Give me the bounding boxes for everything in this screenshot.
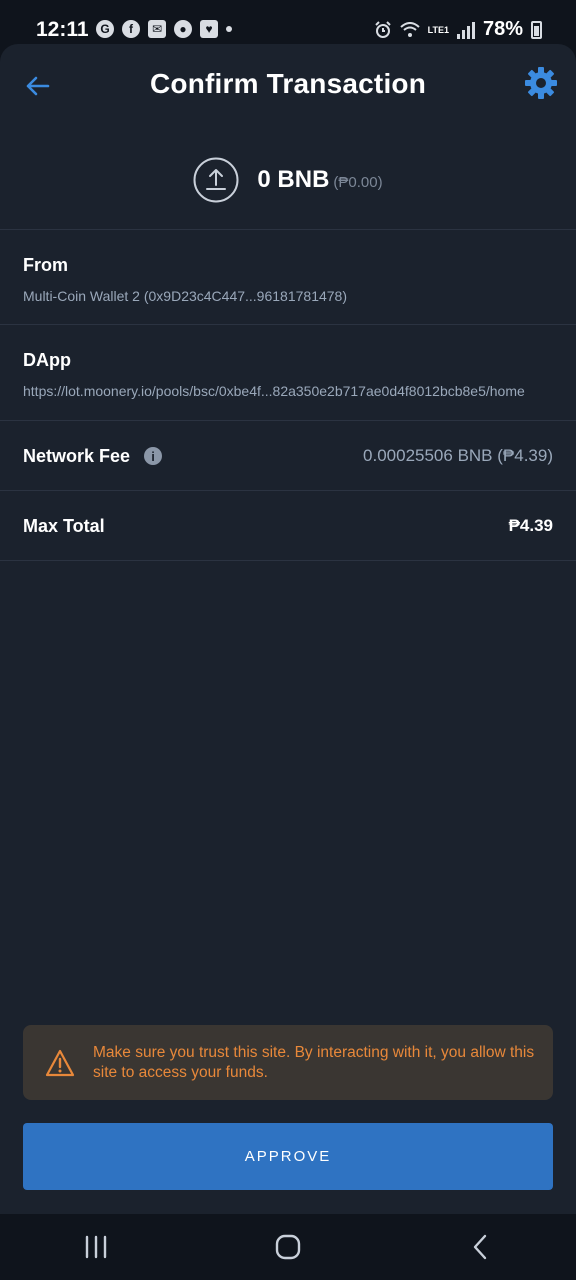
notification-icons: G f ✉ ● ♥ (96, 20, 232, 38)
home-icon[interactable] (258, 1222, 318, 1272)
battery-percent: 78% (482, 18, 523, 40)
max-total-label: Max Total (23, 515, 105, 536)
page-title: Confirm Transaction (149, 68, 427, 99)
status-right: LTE1 78% (374, 18, 542, 41)
signal-icon (456, 21, 475, 39)
divider (0, 560, 576, 561)
g-icon: G (96, 20, 114, 38)
back-icon[interactable] (450, 1222, 510, 1272)
dapp-label: DApp (23, 350, 71, 370)
upload-icon (193, 157, 239, 203)
gear-icon[interactable] (524, 66, 558, 100)
mail-icon: ✉ (148, 20, 166, 38)
max-total-value: ₱4.39 (508, 516, 553, 535)
divider (0, 324, 576, 325)
network-fee-label: Network Fee (23, 445, 131, 466)
system-nav-bar (0, 1214, 576, 1280)
alarm-icon (374, 20, 391, 38)
from-label: From (23, 255, 68, 275)
network-fee-row: Network Fee i 0.00025506 BNB (₱4.39) (23, 442, 553, 470)
dapp-url: https://lot.moonery.io/pools/bsc/0xbe4f.… (23, 383, 525, 399)
amount-fiat: (₱0.00) (333, 174, 383, 191)
more-notifications-dot (226, 26, 232, 32)
network-fee-value: 0.00025506 BNB (₱4.39) (363, 446, 553, 465)
dapp-section: DApp https://lot.moonery.io/pools/bsc/0x… (23, 350, 553, 399)
divider (0, 420, 576, 421)
approve-button[interactable]: APPROVE (23, 1123, 553, 1190)
laz-icon: ♥ (200, 20, 218, 38)
panda-icon: ● (174, 20, 192, 38)
battery-icon (531, 20, 542, 39)
max-total-row: Max Total ₱4.39 (23, 512, 553, 540)
trust-warning: Make sure you trust this site. By intera… (23, 1025, 553, 1100)
warning-icon (45, 1049, 75, 1076)
facebook-icon: f (122, 20, 140, 38)
from-section: From Multi-Coin Wallet 2 (0x9D23c4C447..… (23, 255, 553, 304)
wifi-icon (399, 21, 420, 37)
divider (0, 490, 576, 491)
amount-summary: 0 BNB (₱0.00) (0, 152, 576, 208)
recents-icon[interactable] (66, 1222, 126, 1272)
confirm-transaction-screen: Confirm Transaction 0 BNB (₱0.00) From M… (0, 44, 576, 1214)
amount-value: 0 BNB (257, 166, 330, 193)
info-icon[interactable]: i (144, 447, 163, 465)
from-wallet-value: Multi-Coin Wallet 2 (0x9D23c4C447...9618… (23, 288, 347, 304)
divider (0, 229, 576, 230)
network-label: LTE1 (427, 24, 449, 35)
header: Confirm Transaction (0, 44, 576, 128)
status-time: 12:11 (36, 18, 89, 41)
warning-text: Make sure you trust this site. By intera… (93, 1043, 535, 1081)
network-fee-label-group: Network Fee i (23, 445, 163, 467)
